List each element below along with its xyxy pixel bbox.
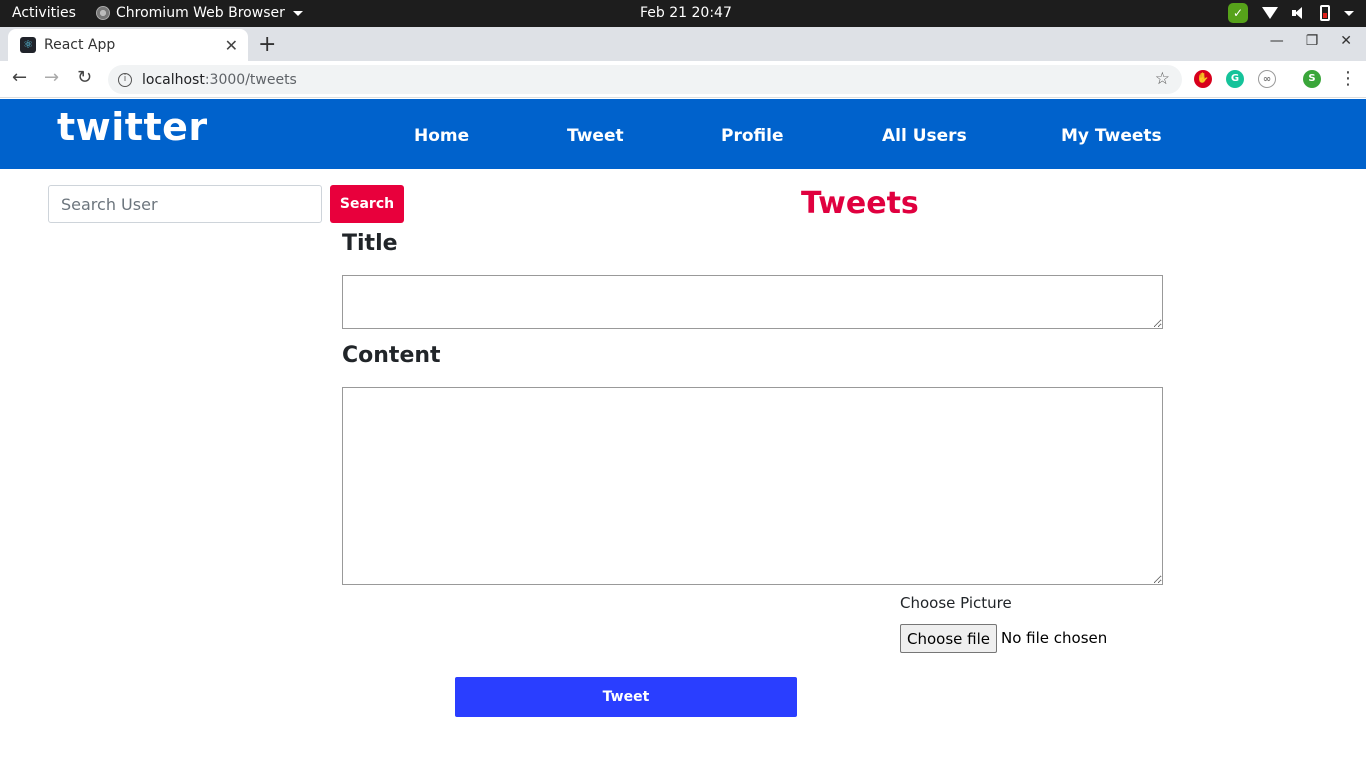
tab-close-icon[interactable]: ✕: [225, 36, 238, 55]
content-textarea[interactable]: [342, 387, 1163, 585]
grammarly-extension-icon[interactable]: G: [1226, 70, 1244, 88]
security-check-icon[interactable]: ✓: [1228, 3, 1248, 23]
bookmark-star-icon[interactable]: ☆: [1155, 69, 1170, 89]
adblock-extension-icon[interactable]: ✋: [1194, 70, 1212, 88]
title-label: Title: [342, 231, 398, 256]
site-info-icon[interactable]: i: [118, 72, 132, 87]
tab-title: React App: [44, 37, 116, 53]
app-menu-label: Chromium Web Browser: [116, 5, 285, 21]
clock[interactable]: Feb 21 20:47: [640, 5, 732, 21]
url-path: :3000/tweets: [204, 71, 297, 88]
volume-icon: [1292, 7, 1306, 19]
extension-icon[interactable]: ∞: [1258, 70, 1276, 88]
system-menu-chevron-icon[interactable]: [1344, 10, 1354, 16]
choose-file-button[interactable]: Choose file: [900, 624, 997, 653]
app-logo[interactable]: twitter: [57, 105, 208, 149]
activities-button[interactable]: Activities: [12, 5, 76, 21]
chromium-icon: [96, 6, 110, 20]
browser-toolbar: ← → ↻ i localhost:3000/tweets ☆ ✋ G ∞ S …: [0, 61, 1366, 98]
nav-profile[interactable]: Profile: [721, 126, 783, 146]
file-status-text: No file chosen: [1001, 629, 1108, 647]
title-textarea[interactable]: [342, 275, 1163, 329]
choose-picture-label: Choose Picture: [900, 594, 1012, 612]
new-tab-icon[interactable]: +: [258, 32, 276, 57]
content-label: Content: [342, 343, 441, 368]
search-button[interactable]: Search: [330, 185, 404, 223]
chevron-down-icon: [292, 10, 303, 16]
nav-all-users[interactable]: All Users: [882, 126, 967, 146]
forward-arrow-icon[interactable]: →: [44, 67, 59, 88]
page-title: Tweets: [801, 186, 919, 221]
battery-icon: [1320, 5, 1330, 21]
system-tray[interactable]: ✓: [1228, 3, 1354, 23]
react-favicon-icon: ⚛: [20, 37, 36, 53]
tweet-submit-button[interactable]: Tweet: [455, 677, 797, 717]
tab-react-app[interactable]: ⚛ React App ✕: [8, 29, 248, 61]
search-user-input[interactable]: [48, 185, 322, 223]
kebab-menu-icon[interactable]: ⋮: [1339, 68, 1357, 89]
profile-avatar[interactable]: S: [1303, 70, 1321, 88]
address-bar[interactable]: i localhost:3000/tweets ☆: [108, 65, 1182, 94]
back-arrow-icon[interactable]: ←: [12, 67, 27, 88]
wifi-icon: [1262, 7, 1278, 19]
nav-tweet[interactable]: Tweet: [567, 126, 624, 146]
restore-icon[interactable]: ❐: [1306, 33, 1319, 49]
system-top-bar: Activities Chromium Web Browser Feb 21 2…: [0, 0, 1366, 27]
window-controls: — ❐ ✕: [1270, 33, 1352, 49]
app-navbar: twitter Home Tweet Profile All Users My …: [0, 99, 1366, 169]
url-host: localhost: [142, 71, 205, 88]
nav-my-tweets[interactable]: My Tweets: [1061, 126, 1162, 146]
app-menu[interactable]: Chromium Web Browser: [96, 5, 303, 21]
window-close-icon[interactable]: ✕: [1340, 33, 1352, 49]
nav-home[interactable]: Home: [414, 126, 469, 146]
tab-strip: ⚛ React App ✕ + — ❐ ✕: [0, 27, 1366, 61]
reload-icon[interactable]: ↻: [77, 67, 92, 88]
minimize-icon[interactable]: —: [1270, 33, 1284, 49]
